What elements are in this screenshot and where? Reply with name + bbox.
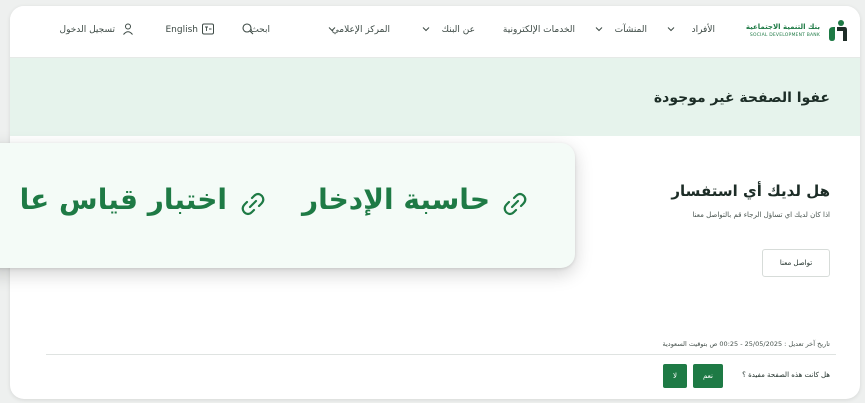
bank-logo-icon[interactable] [826,19,848,43]
last-modified-text: تاريخ آخر تعديل : 25/05/2025 - 00:25 ص ب… [662,340,830,348]
chevron-down-icon [667,27,675,32]
chevron-down-icon [595,27,603,32]
chevron-down-icon [422,27,430,32]
bank-name-ar: بنك التنمية الاجتماعية [745,23,820,31]
chevron-down-icon [328,27,336,32]
inquiry-description: اذا كان لديك اي تساؤل الرجاء قم بالتواصل… [692,211,830,219]
contact-us-button[interactable]: تواصل معنا [762,249,830,277]
nav-item-e-services[interactable]: الخدمات الإلكترونية [503,25,575,35]
savings-calculator-link[interactable]: حاسبة الإدخار [302,183,490,216]
helpful-question: هل كانت هذه الصفحة مفيدة ؟ [742,371,830,379]
language-switch[interactable]: English [166,25,199,35]
divider [46,354,836,355]
search-icon[interactable] [241,22,255,36]
nav-item-about[interactable]: عن البنك [442,25,475,35]
yes-button[interactable]: نعم [693,364,723,388]
quick-links-overlay: حاسبة الإدخار اختبار قياس عا [0,143,575,268]
language-icon[interactable] [201,22,215,36]
error-banner: عفوا الصفحة غير موجودة [10,58,860,136]
link-icon [503,192,527,216]
nav-item-media-center[interactable]: المركز الإعلامي [332,25,390,35]
no-button[interactable]: لا [663,364,687,388]
nav-item-individuals[interactable]: الأفراد [692,25,715,35]
page-title: عفوا الصفحة غير موجودة [653,90,830,106]
top-navigation: بنك التنمية الاجتماعية SOCIAL DEVELOPMEN… [10,6,860,58]
user-icon[interactable] [121,22,135,36]
assessment-test-link[interactable]: اختبار قياس عا [20,183,227,216]
nav-item-businesses[interactable]: المنشآت [615,25,647,35]
link-icon [241,192,265,216]
bank-name-en: SOCIAL DEVELOPMENT BANK [749,33,820,38]
login-link[interactable]: تسجيل الدخول [60,25,115,35]
inquiry-title: هل لديك أي استفسار [671,182,830,200]
